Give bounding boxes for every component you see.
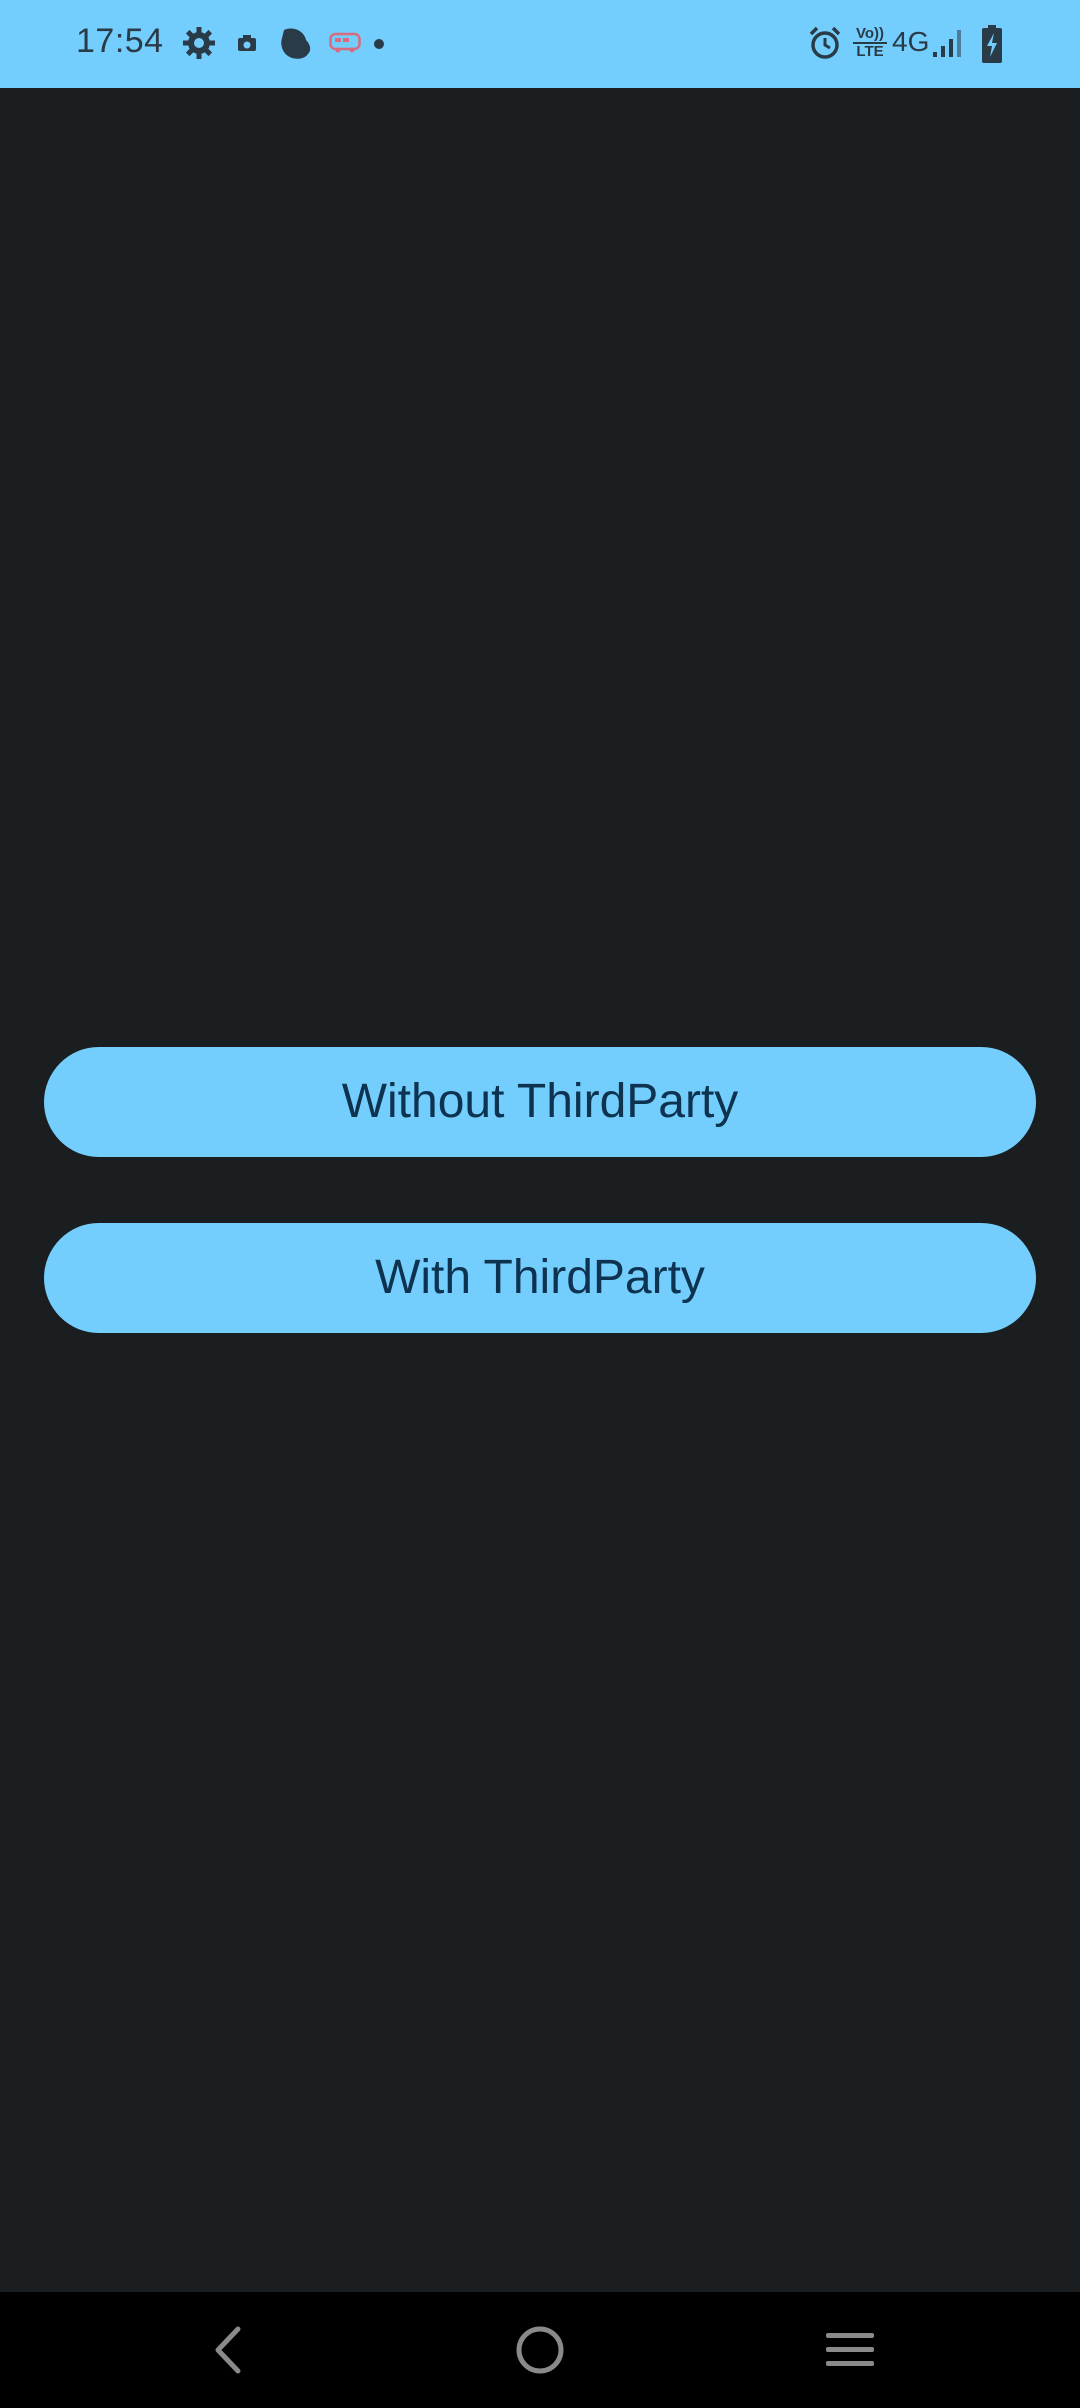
volte-icon: Vo)) LTE xyxy=(853,26,887,62)
bus-icon xyxy=(329,32,361,53)
without-thirdparty-button[interactable]: Without ThirdParty xyxy=(44,1047,1036,1157)
nav-home-button[interactable] xyxy=(470,2292,610,2408)
nav-recents-button[interactable] xyxy=(780,2292,920,2408)
settings-gear-icon xyxy=(183,27,215,59)
with-thirdparty-button[interactable]: With ThirdParty xyxy=(44,1223,1036,1333)
status-time: 17:54 xyxy=(76,22,164,60)
network-4g-icon: 4G xyxy=(892,26,930,57)
app-screen: 17:54 Vo)) LTE 4G Without ThirdParty Wit… xyxy=(0,0,1080,2408)
navigation-bar xyxy=(0,2292,1080,2408)
volte-top-label: Vo)) xyxy=(855,25,885,42)
nav-back-button[interactable] xyxy=(158,2292,298,2408)
back-icon xyxy=(215,2326,241,2374)
app-notification-icon xyxy=(281,28,311,59)
signal-icon xyxy=(933,30,961,57)
recents-icon xyxy=(826,2333,874,2366)
alarm-icon xyxy=(809,26,841,59)
volte-bottom-label: LTE xyxy=(853,42,887,60)
battery-charging-icon xyxy=(982,25,1002,63)
notification-dot-icon xyxy=(374,39,384,49)
camera-icon xyxy=(238,35,256,51)
home-icon xyxy=(516,2326,564,2374)
status-bar: 17:54 Vo)) LTE 4G xyxy=(0,0,1080,88)
